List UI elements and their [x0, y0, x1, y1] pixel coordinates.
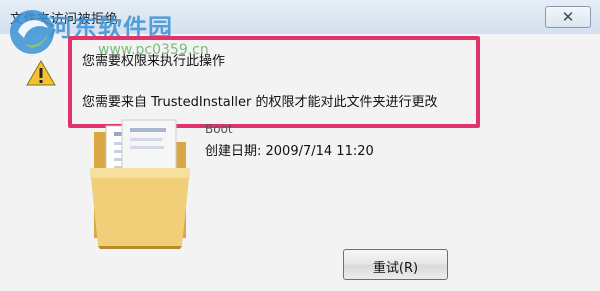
folder-icon: [90, 119, 190, 249]
permission-message: 您需要权限来执行此操作: [82, 54, 226, 69]
close-icon: ✕: [561, 8, 575, 26]
folder-name: Boot: [205, 122, 233, 136]
close-button[interactable]: ✕: [545, 6, 591, 28]
access-denied-dialog: 文件夹访问被拒绝 ✕ 河东软件园 www.pc0359.cn 您需要权限来执行此…: [0, 0, 600, 291]
trustedinstaller-message: 您需要来自 TrustedInstaller 的权限才能对此文件夹进行更改: [82, 95, 438, 110]
retry-button[interactable]: 重试(R): [343, 249, 448, 280]
folder-created-date: 创建日期: 2009/7/14 11:20: [205, 144, 374, 159]
retry-button-label: 重试(R): [372, 261, 419, 276]
warning-icon: [26, 60, 56, 86]
